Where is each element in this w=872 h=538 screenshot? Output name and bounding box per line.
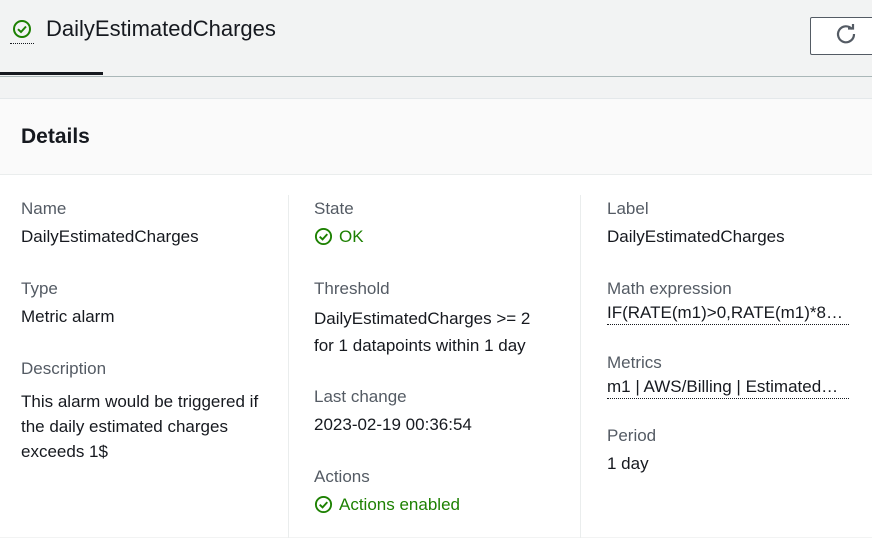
threshold-line-2: for 1 datapoints within 1 day	[314, 336, 526, 355]
actions-value: Actions enabled	[314, 492, 460, 517]
label-label: Label	[607, 199, 649, 218]
type-label: Type	[21, 279, 58, 298]
metrics-label: Metrics	[607, 353, 662, 372]
check-circle-icon	[314, 227, 333, 246]
details-header: Details	[0, 99, 872, 175]
name-field: Name DailyEstimatedCharges	[21, 199, 199, 249]
label-field: Label DailyEstimatedCharges	[607, 199, 785, 249]
period-value: 1 day	[607, 454, 649, 473]
last-change-label: Last change	[314, 387, 407, 406]
details-heading: Details	[21, 125, 90, 148]
check-circle-icon[interactable]	[10, 14, 34, 44]
label-value: DailyEstimatedCharges	[607, 227, 785, 246]
alarm-header: DailyEstimatedCharges	[0, 0, 872, 77]
last-change-field: Last change 2023-02-19 00:36:54	[314, 387, 472, 437]
math-expression-label: Math expression	[607, 279, 732, 298]
state-label: State	[314, 199, 354, 218]
math-expression-field: Math expression IF(RATE(m1)>0,RATE(m1)*8…	[607, 279, 849, 325]
column-divider	[580, 195, 581, 538]
actions-label: Actions	[314, 467, 370, 486]
details-panel: Details Name DailyEstimatedCharges Type …	[0, 98, 872, 538]
metrics-value[interactable]: m1 | AWS/Billing | EstimatedCharges	[607, 376, 849, 399]
name-label: Name	[21, 199, 67, 218]
last-change-value: 2023-02-19 00:36:54	[314, 415, 472, 434]
threshold-field: Threshold DailyEstimatedCharges >= 2 for…	[314, 279, 564, 358]
math-expression-value[interactable]: IF(RATE(m1)>0,RATE(m1)*86400,0)	[607, 302, 849, 325]
period-label: Period	[607, 426, 657, 445]
type-field: Type Metric alarm	[21, 279, 115, 329]
refresh-icon	[835, 23, 857, 50]
threshold-line-1: DailyEstimatedCharges >= 2	[314, 309, 531, 328]
metrics-field: Metrics m1 | AWS/Billing | EstimatedChar…	[607, 353, 849, 399]
threshold-label: Threshold	[314, 279, 390, 298]
description-label: Description	[21, 359, 107, 378]
description-value: This alarm would be triggered if the dai…	[21, 392, 259, 461]
page-title: DailyEstimatedCharges	[46, 16, 276, 41]
state-field: State OK	[314, 199, 364, 249]
state-text: OK	[339, 227, 364, 246]
name-value: DailyEstimatedCharges	[21, 227, 199, 246]
column-divider	[288, 195, 289, 538]
active-tab-indicator	[0, 72, 103, 75]
description-field: Description This alarm would be triggere…	[21, 359, 266, 464]
alarm-title-wrap: DailyEstimatedCharges	[10, 14, 276, 44]
type-value: Metric alarm	[21, 307, 115, 326]
refresh-button[interactable]	[810, 17, 872, 55]
check-circle-icon	[314, 495, 333, 514]
actions-text: Actions enabled	[339, 495, 460, 514]
state-value: OK	[314, 224, 364, 249]
period-field: Period 1 day	[607, 426, 656, 476]
actions-field: Actions Actions enabled	[314, 467, 460, 517]
